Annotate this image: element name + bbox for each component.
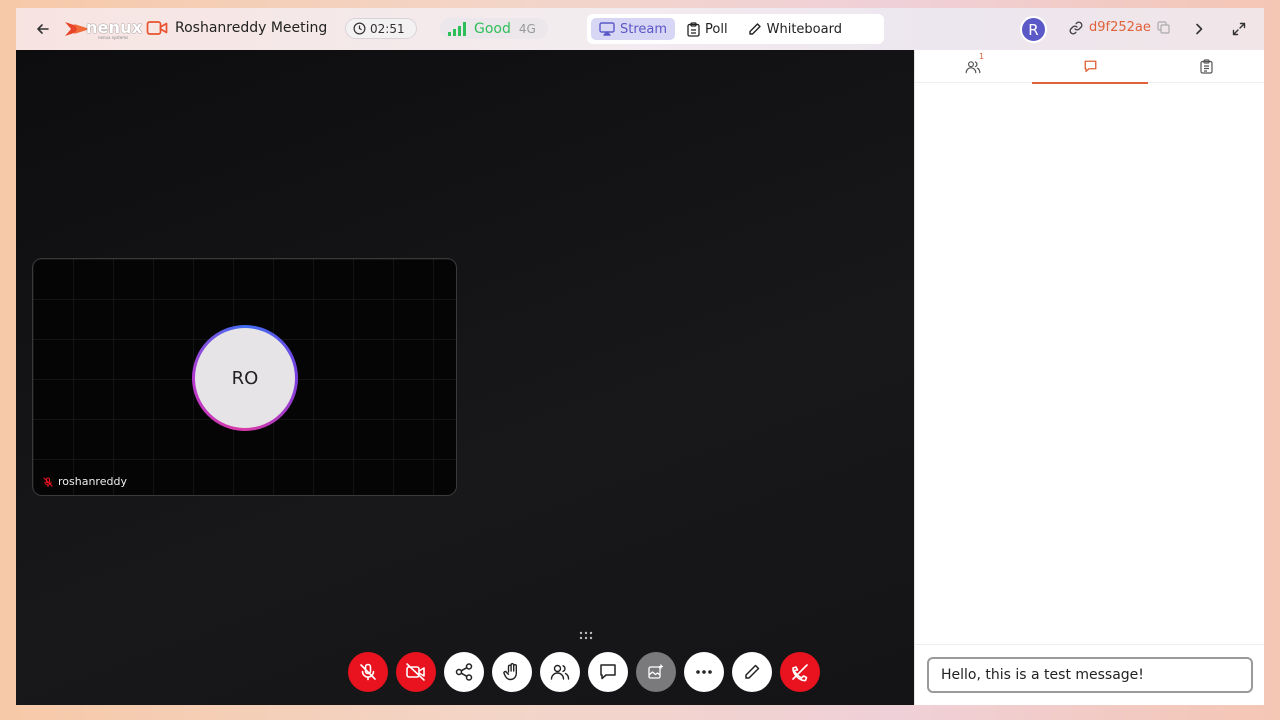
hand-icon bbox=[503, 663, 517, 681]
mode-poll-label: Poll bbox=[705, 21, 728, 37]
camera-off-icon bbox=[406, 663, 425, 681]
chat-messages bbox=[915, 84, 1264, 644]
signal-bars-icon bbox=[448, 21, 466, 36]
meeting-camera-indicator bbox=[146, 18, 170, 40]
image-plus-icon bbox=[648, 664, 663, 679]
timer-value: 02:51 bbox=[370, 21, 405, 36]
mode-whiteboard-label: Whiteboard bbox=[766, 21, 842, 37]
video-camera-icon bbox=[146, 21, 168, 35]
participants-button[interactable] bbox=[540, 652, 580, 692]
mode-switcher: Stream Poll Whiteboard bbox=[587, 14, 884, 44]
users-icon bbox=[550, 664, 570, 680]
clipboard-icon bbox=[687, 21, 700, 37]
phone-off-icon bbox=[792, 664, 808, 682]
tab-notes[interactable] bbox=[1148, 50, 1264, 83]
chat-message-input[interactable] bbox=[927, 657, 1253, 693]
participants-count-badge: 1 bbox=[979, 52, 985, 61]
participant-name-tag: roshanreddy bbox=[43, 475, 127, 488]
chat-icon bbox=[1084, 60, 1096, 73]
mic-off-icon bbox=[360, 663, 376, 681]
chat-icon bbox=[600, 664, 616, 680]
share-icon bbox=[455, 663, 473, 681]
brand-logo: nenux nenux systems bbox=[64, 17, 142, 41]
more-options-button[interactable] bbox=[684, 652, 724, 692]
participant-tile[interactable]: RO roshanreddy bbox=[32, 258, 457, 496]
participant-avatar: RO bbox=[192, 325, 298, 431]
chat-composer bbox=[915, 644, 1264, 705]
call-controls bbox=[348, 652, 820, 692]
pencil-icon bbox=[748, 23, 761, 35]
network-quality-label: Good bbox=[474, 20, 511, 37]
copy-icon[interactable] bbox=[1157, 21, 1170, 34]
meeting-title: Roshanreddy Meeting bbox=[175, 20, 328, 36]
grip-icon bbox=[579, 631, 593, 640]
meeting-id-link[interactable]: d9f252ae bbox=[1069, 20, 1170, 35]
participant-name: roshanreddy bbox=[58, 475, 127, 488]
logo-subtext: nenux systems bbox=[98, 35, 129, 40]
side-panel: 1 bbox=[914, 50, 1264, 705]
collapse-panel-button[interactable] bbox=[1190, 19, 1208, 39]
network-type-label: 4G bbox=[518, 21, 536, 36]
mode-whiteboard-button[interactable]: Whiteboard bbox=[740, 18, 850, 40]
mic-toggle-button[interactable] bbox=[348, 652, 388, 692]
camera-toggle-button[interactable] bbox=[396, 652, 436, 692]
network-status: Good 4G bbox=[440, 18, 548, 39]
clock-icon bbox=[353, 22, 366, 35]
fullscreen-button[interactable] bbox=[1229, 19, 1249, 39]
participant-initials: RO bbox=[195, 328, 295, 428]
side-panel-tabs: 1 bbox=[915, 50, 1264, 84]
video-stage: RO roshanreddy bbox=[16, 50, 914, 705]
controls-drag-handle[interactable] bbox=[579, 626, 593, 640]
user-avatar[interactable]: R bbox=[1020, 16, 1047, 43]
mode-poll-button[interactable]: Poll bbox=[679, 18, 736, 40]
share-button[interactable] bbox=[444, 652, 484, 692]
meeting-timer: 02:51 bbox=[345, 18, 417, 39]
tab-chat[interactable] bbox=[1031, 50, 1149, 84]
top-bar: nenux nenux systems Roshanreddy Meeting … bbox=[16, 8, 1264, 50]
back-button[interactable] bbox=[32, 18, 54, 40]
meeting-app: nenux nenux systems Roshanreddy Meeting … bbox=[16, 8, 1264, 705]
annotate-button[interactable] bbox=[732, 652, 772, 692]
more-horizontal-icon bbox=[696, 670, 712, 674]
tab-participants[interactable]: 1 bbox=[915, 50, 1032, 83]
chat-button[interactable] bbox=[588, 652, 628, 692]
link-icon bbox=[1069, 21, 1083, 34]
chevron-right-icon bbox=[1196, 23, 1203, 35]
clipboard-icon bbox=[1200, 59, 1213, 74]
mic-off-icon bbox=[43, 476, 53, 487]
background-effects-button[interactable] bbox=[636, 652, 676, 692]
meeting-id-text: d9f252ae bbox=[1089, 20, 1151, 35]
mode-stream-label: Stream bbox=[620, 21, 668, 37]
mode-stream-button[interactable]: Stream bbox=[591, 18, 676, 40]
pencil-icon bbox=[745, 664, 760, 679]
raise-hand-button[interactable] bbox=[492, 652, 532, 692]
expand-icon bbox=[1232, 22, 1246, 36]
end-call-button[interactable] bbox=[780, 652, 820, 692]
arrow-left-icon bbox=[37, 24, 49, 34]
cast-icon bbox=[599, 22, 615, 36]
